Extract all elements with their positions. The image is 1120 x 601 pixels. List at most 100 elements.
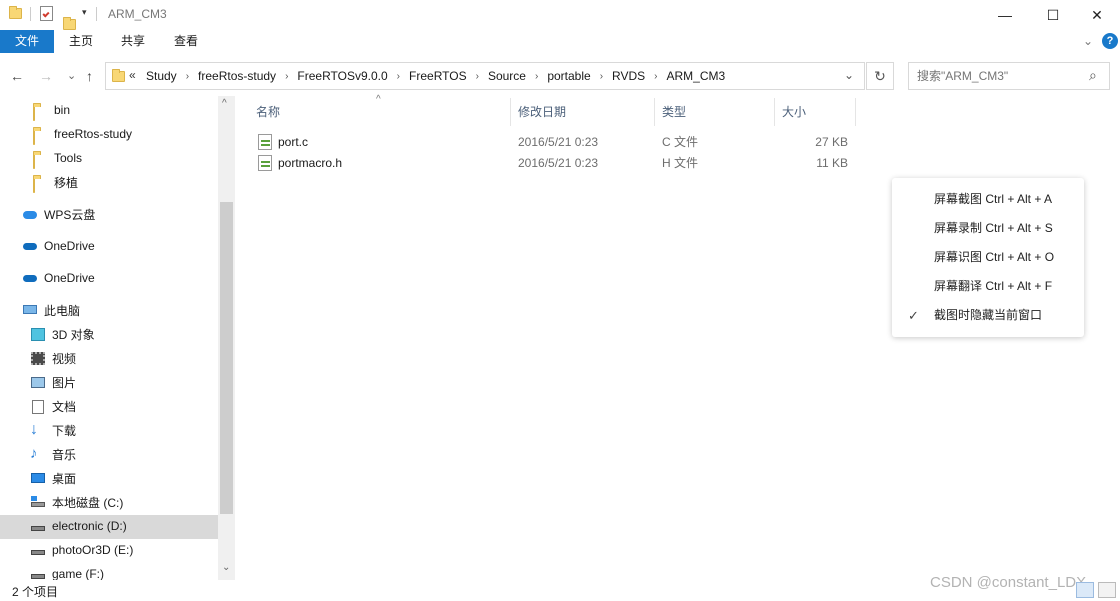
breadcrumb-overflow[interactable]: «: [129, 68, 136, 82]
h-file-icon: [258, 155, 272, 171]
details-view-button[interactable]: [1076, 582, 1094, 598]
nav-item-desktop[interactable]: 桌面: [30, 466, 76, 490]
breadcrumb-item[interactable]: Study: [146, 69, 177, 83]
forward-button[interactable]: →: [39, 60, 53, 92]
breadcrumb-item-current[interactable]: ARM_CM3: [667, 69, 726, 83]
nav-item-documents[interactable]: 文档: [30, 394, 76, 418]
menu-item-screen-translate[interactable]: 屏幕翻译 Ctrl + Alt + F: [892, 272, 1084, 301]
nav-item-label: bin: [54, 103, 71, 117]
column-header-size[interactable]: 大小: [776, 98, 856, 126]
menu-item-screenshot[interactable]: 屏幕截图 Ctrl + Alt + A: [892, 185, 1084, 214]
column-header-date[interactable]: 修改日期: [512, 98, 655, 126]
search-box[interactable]: ⌕: [908, 62, 1110, 90]
menu-item-hide-window[interactable]: ✓ 截图时隐藏当前窗口: [892, 301, 1084, 330]
refresh-button[interactable]: ↻: [866, 62, 894, 90]
nav-item-drive-c[interactable]: 本地磁盘 (C:): [30, 490, 123, 514]
customize-toolbar-icon[interactable]: ▾: [82, 7, 87, 18]
breadcrumb-separator[interactable]: ›: [600, 71, 603, 82]
breadcrumb: Study › freeRtos-study › FreeRTOSv9.0.0 …: [146, 63, 725, 89]
minimize-button[interactable]: —: [982, 0, 1028, 30]
search-icon[interactable]: ⌕: [1089, 67, 1097, 84]
cube-icon: [30, 327, 46, 341]
nav-item-drive-e[interactable]: photoOr3D (E:): [30, 538, 133, 562]
properties-icon[interactable]: [40, 6, 53, 21]
scrollbar-thumb[interactable]: [220, 202, 233, 514]
breadcrumb-item[interactable]: freeRtos-study: [198, 69, 276, 83]
breadcrumb-separator[interactable]: ›: [654, 71, 657, 82]
breadcrumb-separator[interactable]: ›: [285, 71, 288, 82]
file-row[interactable]: port.c 2016/5/21 0:23 C 文件 27 KB: [250, 132, 856, 153]
address-bar[interactable]: « Study › freeRtos-study › FreeRTOSv9.0.…: [105, 62, 865, 90]
breadcrumb-separator[interactable]: ›: [397, 71, 400, 82]
nav-item-label: OneDrive: [44, 239, 95, 253]
maximize-button[interactable]: ☐: [1030, 0, 1076, 30]
nav-item-music[interactable]: ♪ 音乐: [30, 442, 76, 466]
recent-locations-button[interactable]: ⌄: [67, 60, 76, 92]
system-drive-icon: [30, 495, 46, 509]
help-icon[interactable]: ?: [1102, 33, 1118, 49]
nav-item-this-pc[interactable]: 此电脑: [22, 298, 80, 322]
breadcrumb-separator[interactable]: ›: [186, 71, 189, 82]
search-input[interactable]: [909, 63, 1079, 89]
file-row[interactable]: portmacro.h 2016/5/21 0:23 H 文件 11 KB: [250, 153, 856, 174]
cloud-icon: [22, 207, 38, 221]
menu-item-screen-ocr[interactable]: 屏幕识图 Ctrl + Alt + O: [892, 243, 1084, 272]
nav-item-pictures[interactable]: 图片: [30, 370, 76, 394]
c-file-icon: [258, 134, 272, 150]
nav-item-3d-objects[interactable]: 3D 对象: [30, 322, 95, 346]
scroll-up-icon[interactable]: ^: [222, 98, 227, 109]
nav-item-label: 移植: [54, 175, 79, 190]
nav-item-videos[interactable]: 视频: [30, 346, 76, 370]
expand-ribbon-icon[interactable]: ⌄: [1083, 34, 1093, 48]
nav-item-label: 图片: [52, 375, 77, 390]
download-icon: ↓: [30, 421, 38, 438]
breadcrumb-item[interactable]: FreeRTOS: [409, 69, 467, 83]
up-button[interactable]: ↑: [86, 60, 93, 92]
tab-view[interactable]: 查看: [163, 30, 209, 53]
nav-item-label: OneDrive: [44, 271, 95, 285]
onedrive-icon: [22, 271, 38, 285]
nav-item-wps-cloud[interactable]: WPS云盘: [22, 202, 95, 226]
drive-icon: [30, 519, 46, 533]
tab-home[interactable]: 主页: [58, 30, 104, 53]
nav-item-label: WPS云盘: [44, 207, 96, 222]
breadcrumb-item[interactable]: Source: [488, 69, 526, 83]
large-icons-view-button[interactable]: [1098, 582, 1116, 598]
nav-item-freertos-study[interactable]: freeRtos-study: [32, 122, 132, 146]
nav-item-label: 此电脑: [44, 303, 81, 318]
column-header-type[interactable]: 类型: [656, 98, 775, 126]
nav-item-label: 视频: [52, 351, 77, 366]
nav-item-onedrive[interactable]: OneDrive: [22, 234, 95, 258]
nav-item-onedrive-2[interactable]: OneDrive: [22, 266, 95, 290]
nav-item-downloads[interactable]: ↓ 下载: [30, 418, 76, 442]
tab-share[interactable]: 共享: [110, 30, 156, 53]
back-button[interactable]: ←: [10, 60, 24, 92]
breadcrumb-item[interactable]: FreeRTOSv9.0.0: [297, 69, 387, 83]
breadcrumb-item[interactable]: RVDS: [612, 69, 645, 83]
nav-item-bin[interactable]: bin: [32, 98, 70, 122]
video-icon: [30, 351, 46, 365]
nav-item-port[interactable]: 移植: [32, 170, 78, 194]
column-header-name[interactable]: 名称: [250, 98, 511, 126]
file-date: 2016/5/21 0:23: [518, 135, 599, 149]
nav-item-drive-d[interactable]: electronic (D:): [30, 514, 127, 538]
file-name: portmacro.h: [278, 156, 343, 170]
close-button[interactable]: ✕: [1074, 0, 1120, 30]
nav-item-drive-f[interactable]: game (F:): [30, 562, 104, 580]
breadcrumb-separator[interactable]: ›: [476, 71, 479, 82]
nav-item-label: 本地磁盘 (C:): [52, 495, 124, 510]
address-dropdown-icon[interactable]: ⌄: [844, 68, 854, 82]
music-icon: ♪: [30, 445, 38, 462]
tab-file[interactable]: 文件: [0, 30, 54, 53]
scroll-down-icon[interactable]: ⌄: [222, 562, 230, 573]
folder-icon: [33, 153, 35, 169]
menu-item-screen-record[interactable]: 屏幕录制 Ctrl + Alt + S: [892, 214, 1084, 243]
breadcrumb-item[interactable]: portable: [547, 69, 590, 83]
ribbon: 文件 主页 共享 查看 ⌄ ?: [0, 30, 1120, 53]
breadcrumb-separator[interactable]: ›: [535, 71, 538, 82]
nav-item-tools[interactable]: Tools: [32, 146, 82, 170]
folder-icon: [33, 129, 35, 145]
navigation-bar: ← → ⌄ ↑ « Study › freeRtos-study › FreeR…: [0, 60, 1120, 92]
new-folder-icon[interactable]: [63, 17, 76, 30]
navpane-scrollbar[interactable]: ^ ⌄: [218, 96, 235, 580]
